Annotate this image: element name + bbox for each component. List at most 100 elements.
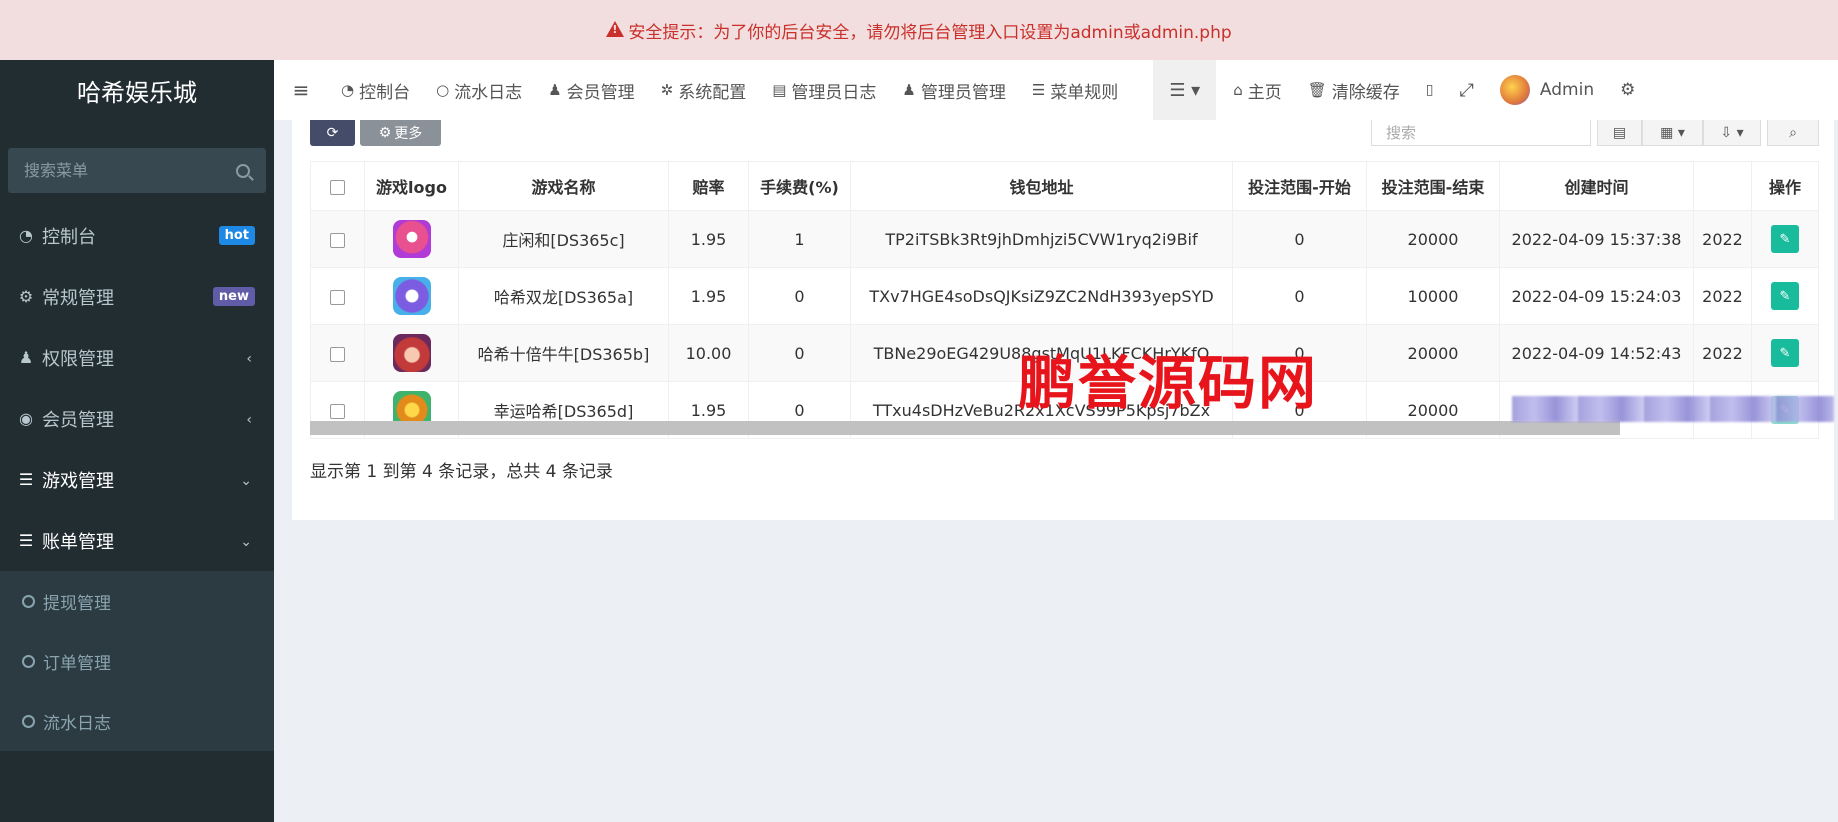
column-header[interactable]: 游戏logo	[364, 161, 459, 211]
extra-time-cell: 2022	[1693, 324, 1752, 382]
created-time-cell: 2022-04-09 15:37:38	[1499, 210, 1694, 268]
row-checkbox[interactable]	[330, 403, 345, 419]
table-row[interactable]: 哈希双龙[DS365a] 1.95 0 TXv7HGE4soDsQJKsiZ9Z…	[310, 267, 1819, 325]
nav-more-dropdown[interactable]: ☰ ▾	[1153, 60, 1217, 120]
fee-cell: 0	[748, 324, 851, 382]
column-header[interactable]: 投注范围-结束	[1366, 161, 1500, 211]
select-all-checkbox[interactable]	[330, 179, 345, 195]
sidebar-logo[interactable]: 哈希娱乐城	[0, 60, 274, 120]
row-checkbox[interactable]	[330, 289, 345, 305]
group-icon: ♟	[18, 348, 34, 367]
nav-tab-label: 控制台	[359, 82, 411, 103]
more-label: 更多	[394, 126, 423, 142]
security-warning-bar: 安全提示：为了你的后台安全，请勿将后台管理入口设置为admin或admin.ph…	[0, 0, 1838, 60]
column-header[interactable]: 手续费(%)	[748, 161, 851, 211]
new-badge: new	[212, 287, 255, 306]
nav-clear-cache-label: 清除缓存	[1331, 82, 1400, 103]
chevron-down-icon: ⌄	[240, 534, 252, 550]
fullscreen-button[interactable]: ⤢	[1447, 60, 1487, 120]
circle-icon	[22, 654, 35, 668]
list-dropdown-icon: ☰ ▾	[1169, 79, 1201, 101]
fee-cell: 1	[748, 210, 851, 268]
list-alt-icon: ▤	[772, 81, 787, 99]
content-panel: ⟳ ⚙ 更多 搜索 ▤ ▦ ▾ ⇩ ▾ ⌕ 游戏logo 游戏名称 赔率 手续费…	[292, 120, 1834, 520]
bet-end-cell: 20000	[1366, 210, 1500, 268]
game-name-cell: 哈希十倍牛牛[DS365b]	[458, 324, 669, 382]
bars-icon: ≡	[292, 78, 310, 102]
nav-tab-label: 管理员日志	[791, 82, 877, 103]
toggle-view-button[interactable]: ▤	[1597, 120, 1642, 146]
bet-end-cell: 20000	[1366, 324, 1500, 382]
sidebar: 哈希娱乐城 ◔ 控制台 hot ⚙ 常规管理 new ♟ 权限管理 ‹ ◉ 会员…	[0, 60, 274, 822]
sidebar-item-members[interactable]: ◉ 会员管理 ‹	[0, 388, 274, 449]
nav-tab-menu-rules[interactable]: ☰ 菜单规则	[1019, 60, 1131, 120]
game-logo-cell	[364, 324, 459, 382]
bet-start-cell: 0	[1232, 210, 1367, 268]
bet-end-cell: 10000	[1366, 267, 1500, 325]
edit-button[interactable]: ✎	[1771, 339, 1799, 367]
user-icon: ♟	[902, 81, 916, 99]
pagination-summary: 显示第 1 到第 4 条记录，总共 4 条记录	[310, 462, 613, 482]
list-icon: ☰	[18, 470, 34, 489]
row-checkbox[interactable]	[330, 346, 345, 362]
sidebar-item-bills[interactable]: ☰ 账单管理 ⌄	[0, 510, 274, 571]
table-search-input[interactable]: 搜索	[1371, 120, 1591, 146]
sidebar-toggle-button[interactable]: ≡	[274, 60, 328, 120]
nav-tab-flow-log[interactable]: ○ 流水日志	[423, 60, 535, 120]
game-name-cell: 哈希双龙[DS365a]	[458, 267, 669, 325]
sidebar-item-flow-log[interactable]: 流水日志	[0, 691, 274, 751]
game-name-cell: 庄闲和[DS365c]	[458, 210, 669, 268]
row-checkbox[interactable]	[330, 232, 345, 248]
table-row[interactable]: 庄闲和[DS365c] 1.95 1 TP2iTSBk3Rt9jhDmhjzi5…	[310, 210, 1819, 268]
search-icon: ⌕	[1789, 124, 1797, 141]
columns-dropdown-button[interactable]: ▦ ▾	[1642, 120, 1703, 146]
sidebar-item-dashboard[interactable]: ◔ 控制台 hot	[0, 205, 274, 266]
select-all-cell	[310, 161, 365, 211]
pencil-icon: ✎	[1779, 288, 1791, 304]
odds-cell: 1.95	[668, 267, 749, 325]
column-header[interactable]: 创建时间	[1499, 161, 1694, 211]
nav-tab-admin-log[interactable]: ▤ 管理员日志	[759, 60, 889, 120]
trash-icon: 🗑	[1307, 81, 1327, 99]
horizontal-scrollbar[interactable]	[310, 421, 1620, 435]
more-button[interactable]: ⚙ 更多	[360, 120, 441, 146]
sidebar-item-label: 会员管理	[42, 409, 114, 431]
security-warning-text: 安全提示：为了你的后台安全，请勿将后台管理入口设置为admin或admin.ph…	[628, 22, 1232, 43]
settings-button[interactable]: ⚙	[1607, 60, 1635, 120]
column-header[interactable]: 赔率	[668, 161, 749, 211]
bills-submenu: 提现管理 订单管理 流水日志	[0, 571, 274, 751]
sidebar-item-games[interactable]: ☰ 游戏管理 ⌄	[0, 449, 274, 510]
nav-tab-label: 会员管理	[566, 82, 635, 103]
advanced-search-button[interactable]: ⌕	[1767, 120, 1819, 146]
nav-home-link[interactable]: ⌂ 主页	[1220, 60, 1295, 120]
column-header[interactable]: 游戏名称	[458, 161, 669, 211]
sidebar-item-withdrawals[interactable]: 提现管理	[0, 571, 274, 631]
refresh-button[interactable]: ⟳	[310, 120, 355, 146]
sidebar-item-general[interactable]: ⚙ 常规管理 new	[0, 266, 274, 327]
sidebar-item-orders[interactable]: 订单管理	[0, 631, 274, 691]
menu-search-input[interactable]	[24, 161, 236, 180]
column-header[interactable]: 钱包地址	[850, 161, 1233, 211]
nav-tab-members[interactable]: ♟ 会员管理	[535, 60, 647, 120]
cogs-icon: ⚙	[18, 287, 34, 306]
nav-tab-admin-manage[interactable]: ♟ 管理员管理	[889, 60, 1018, 120]
user-circle-icon: ◉	[19, 409, 33, 428]
edit-button[interactable]: ✎	[1771, 225, 1799, 253]
columns-icon: ▦ ▾	[1660, 124, 1685, 141]
edit-button[interactable]: ✎	[1771, 282, 1799, 310]
language-button[interactable]: ▯	[1413, 60, 1447, 120]
table-toolbar: ⟳ ⚙ 更多	[310, 120, 441, 146]
search-icon[interactable]	[236, 163, 250, 178]
dashboard-icon: ◔	[19, 226, 33, 245]
column-header[interactable]: 投注范围-开始	[1232, 161, 1367, 211]
nav-clear-cache[interactable]: 🗑 清除缓存	[1295, 60, 1413, 120]
nav-tab-dashboard[interactable]: ◔ 控制台	[328, 60, 423, 120]
sidebar-item-label: 账单管理	[42, 531, 114, 553]
nav-tab-system-config[interactable]: ✲ 系统配置	[648, 60, 760, 120]
wallet-cell: TP2iTSBk3Rt9jhDmhjzi5CVW1ryq2i9Bif	[850, 210, 1233, 268]
sidebar-item-permissions[interactable]: ♟ 权限管理 ‹	[0, 327, 274, 388]
admin-user-menu[interactable]: Admin	[1487, 60, 1607, 120]
column-header[interactable]	[1693, 161, 1752, 211]
dashboard-icon: ◔	[341, 81, 355, 99]
export-dropdown-button[interactable]: ⇩ ▾	[1703, 120, 1761, 146]
